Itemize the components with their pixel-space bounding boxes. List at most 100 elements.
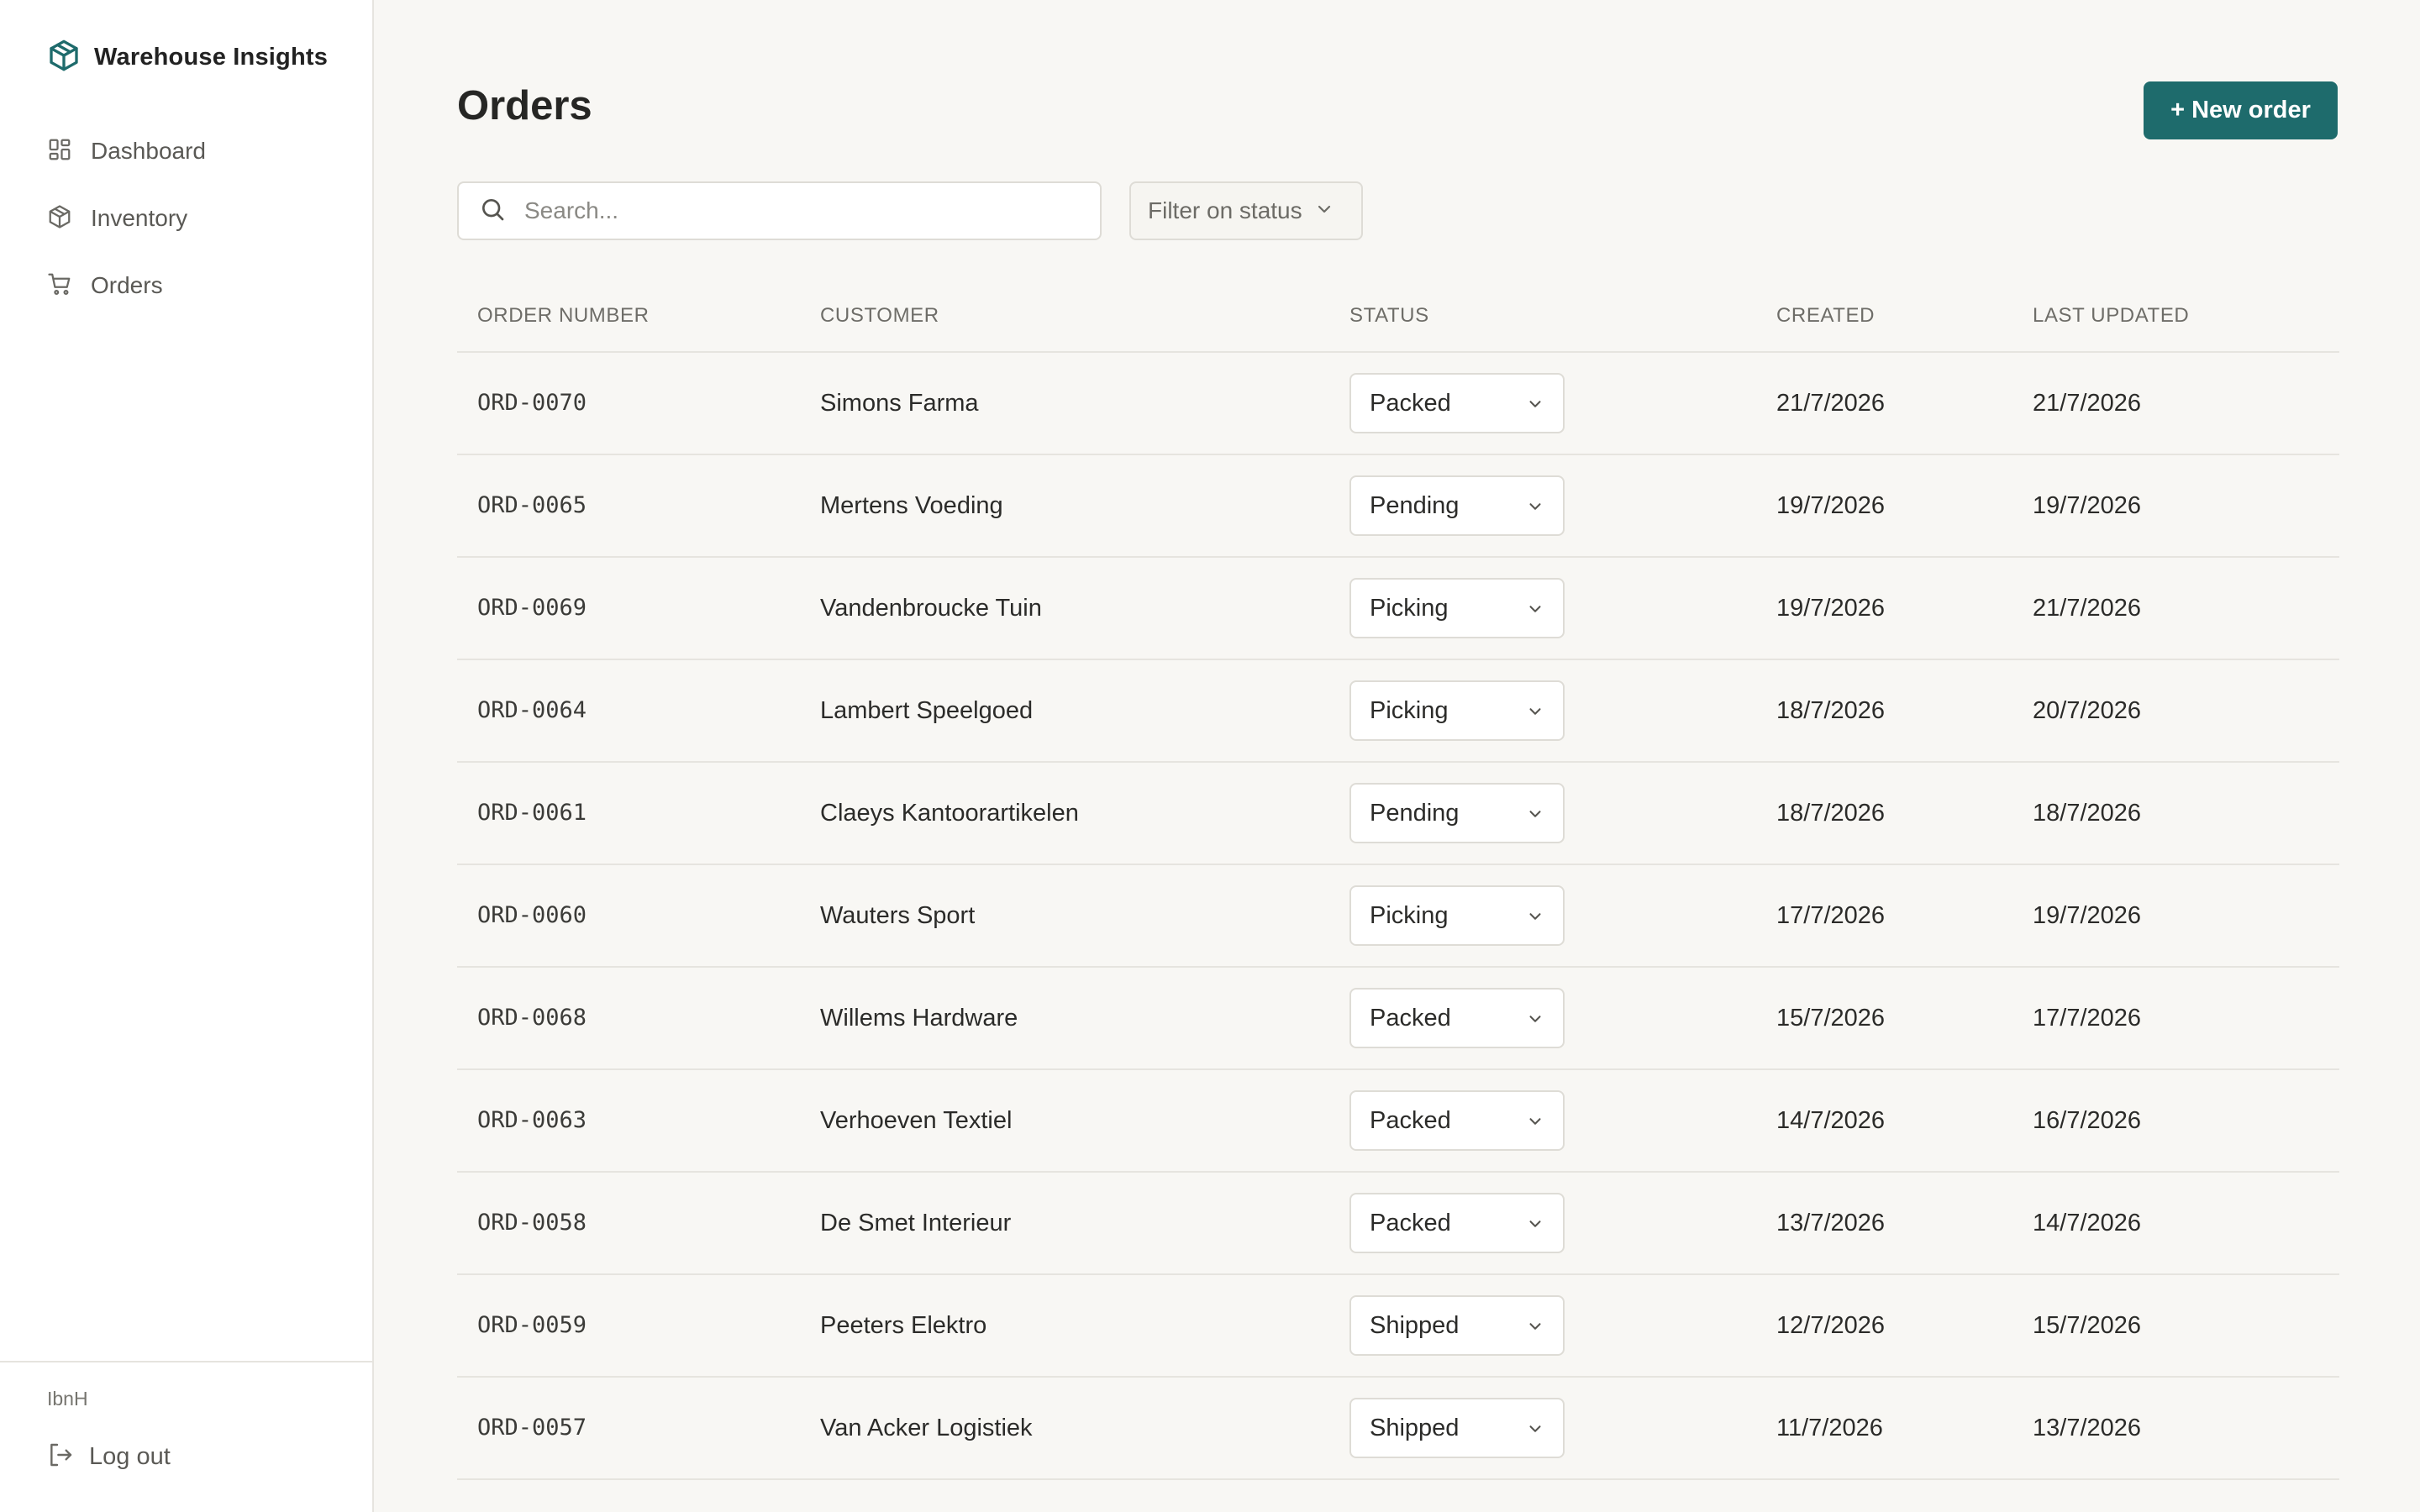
status-select[interactable]: Pending (1349, 475, 1565, 536)
brand[interactable]: Warehouse Insights (47, 37, 328, 78)
page-title: Orders (457, 83, 592, 129)
created-cell: 21/7/2026 (1776, 390, 1886, 417)
last-updated-cell: 21/7/2026 (2033, 595, 2142, 622)
table-row[interactable]: ORD-0069 Vandenbroucke Tuin Picking 19/7/20… (457, 558, 2339, 660)
created-cell: 19/7/2026 (1776, 595, 1886, 622)
table-row[interactable]: ORD-0060 Wauters Sport Picking 17/7/2026 19/… (457, 865, 2339, 968)
column-header-status: STATUS (1349, 304, 1429, 327)
column-header-last-updated: LAST UPDATED (2033, 304, 2190, 327)
sidebar-item-label: Dashboard (91, 138, 206, 164)
customer-cell: Wauters Sport (820, 902, 976, 929)
table-row[interactable]: ORD-0063 Verhoeven Textiel Packed 14/7/2026… (457, 1070, 2339, 1173)
order-number-cell: ORD-0058 (477, 1210, 587, 1236)
order-number-cell: ORD-0059 (477, 1312, 587, 1338)
order-number-cell: ORD-0057 (477, 1415, 587, 1441)
last-updated-cell: 20/7/2026 (2033, 697, 2142, 724)
last-updated-cell: 16/7/2026 (2033, 1107, 2142, 1134)
logout-icon (47, 1441, 74, 1473)
sidebar-item-dashboard[interactable]: Dashboard (47, 118, 206, 185)
status-value: Pending (1370, 800, 1460, 827)
last-updated-cell: 19/7/2026 (2033, 902, 2142, 929)
order-number-cell: ORD-0061 (477, 800, 587, 826)
customer-cell: Vandenbroucke Tuin (820, 595, 1042, 622)
last-updated-cell: 21/7/2026 (2033, 390, 2142, 417)
status-value: Picking (1370, 697, 1449, 724)
status-select[interactable]: Picking (1349, 578, 1565, 638)
order-number-cell: ORD-0063 (477, 1107, 587, 1133)
status-value: Shipped (1370, 1312, 1460, 1339)
sidebar-item-label: Inventory (91, 205, 188, 231)
created-cell: 12/7/2026 (1776, 1312, 1886, 1339)
app-name: Warehouse Insights (94, 44, 329, 71)
column-header-order-number: ORDER NUMBER (477, 304, 650, 327)
logout-button[interactable]: Log out (47, 1441, 171, 1473)
order-number-cell: ORD-0064 (477, 697, 587, 723)
status-select[interactable]: Packed (1349, 1193, 1565, 1253)
status-value: Picking (1370, 902, 1449, 929)
status-value: Shipped (1370, 1415, 1460, 1441)
created-cell: 17/7/2026 (1776, 902, 1886, 929)
customer-cell: Lambert Speelgoed (820, 697, 1034, 724)
status-select[interactable]: Shipped (1349, 1398, 1565, 1458)
sidebar-item-label: Orders (91, 272, 163, 298)
logo-box-icon (47, 37, 81, 78)
cart-icon (47, 271, 72, 301)
search-input[interactable] (523, 197, 1081, 225)
status-select[interactable]: Packed (1349, 988, 1565, 1048)
search-icon (459, 196, 506, 227)
last-updated-cell: 14/7/2026 (2033, 1210, 2142, 1236)
order-number-cell: ORD-0065 (477, 492, 587, 518)
user-name: IbnH (47, 1388, 88, 1410)
status-select[interactable]: Picking (1349, 680, 1565, 741)
status-value: Packed (1370, 1107, 1451, 1134)
status-value: Packed (1370, 390, 1451, 417)
status-select[interactable]: Packed (1349, 1090, 1565, 1151)
sidebar-item-orders[interactable]: Orders (47, 252, 206, 319)
customer-cell: Mertens Voeding (820, 492, 1003, 519)
search-box[interactable] (457, 181, 1102, 240)
table-row[interactable]: ORD-0058 De Smet Interieur Packed 13/7/2026… (457, 1173, 2339, 1275)
created-cell: 18/7/2026 (1776, 697, 1886, 724)
created-cell: 11/7/2026 (1776, 1415, 1883, 1441)
created-cell: 18/7/2026 (1776, 800, 1886, 827)
chevron-down-icon (1302, 199, 1334, 223)
column-header-customer: CUSTOMER (820, 304, 939, 327)
table-row[interactable]: ORD-0061 Claeys Kantoorartikelen Pending 18… (457, 763, 2339, 865)
new-order-button[interactable]: + New order (2144, 81, 2338, 139)
sidebar-item-inventory[interactable]: Inventory (47, 185, 206, 252)
order-number-cell: ORD-0060 (477, 902, 587, 928)
order-number-cell: ORD-0070 (477, 390, 587, 416)
status-select[interactable]: Pending (1349, 783, 1565, 843)
customer-cell: Claeys Kantoorartikelen (820, 800, 1079, 827)
status-select[interactable]: Packed (1349, 373, 1565, 433)
status-value: Packed (1370, 1210, 1451, 1236)
table-row[interactable]: ORD-0059 Peeters Elektro Shipped 12/7/2026 1… (457, 1275, 2339, 1378)
dashboard-icon (47, 137, 72, 166)
table-body: ORD-0070 Simons Farma Packed 21/7/2026 21/7/… (457, 353, 2339, 1480)
table-row[interactable]: ORD-0064 Lambert Speelgoed Picking 18/7/202… (457, 660, 2339, 763)
customer-cell: Van Acker Logistiek (820, 1415, 1033, 1441)
box-icon (47, 204, 72, 234)
last-updated-cell: 15/7/2026 (2033, 1312, 2142, 1339)
orders-table: ORDER NUMBER CUSTOMER STATUS CREATED LAS… (457, 291, 2339, 1480)
status-select[interactable]: Shipped (1349, 1295, 1565, 1356)
customer-cell: Willems Hardware (820, 1005, 1018, 1032)
customer-cell: Peeters Elektro (820, 1312, 987, 1339)
column-header-created: CREATED (1776, 304, 1876, 327)
status-value: Pending (1370, 492, 1460, 519)
status-filter-dropdown[interactable]: Filter on status (1129, 181, 1363, 240)
sidebar-nav: Dashboard Inventory Orders (47, 118, 206, 319)
last-updated-cell: 18/7/2026 (2033, 800, 2142, 827)
logout-label: Log out (89, 1443, 171, 1470)
created-cell: 13/7/2026 (1776, 1210, 1886, 1236)
table-row[interactable]: ORD-0065 Mertens Voeding Pending 19/7/2026 1… (457, 455, 2339, 558)
customer-cell: Simons Farma (820, 390, 979, 417)
status-value: Picking (1370, 595, 1449, 622)
status-select[interactable]: Picking (1349, 885, 1565, 946)
table-row[interactable]: ORD-0057 Van Acker Logistiek Shipped 11/7/2… (457, 1378, 2339, 1480)
table-row[interactable]: ORD-0070 Simons Farma Packed 21/7/2026 21/7/… (457, 353, 2339, 455)
table-row[interactable]: ORD-0068 Willems Hardware Packed 15/7/2026 1… (457, 968, 2339, 1070)
status-value: Packed (1370, 1005, 1451, 1032)
sidebar: Warehouse Insights Dashboard Inventory O… (0, 0, 374, 1512)
last-updated-cell: 19/7/2026 (2033, 492, 2142, 519)
